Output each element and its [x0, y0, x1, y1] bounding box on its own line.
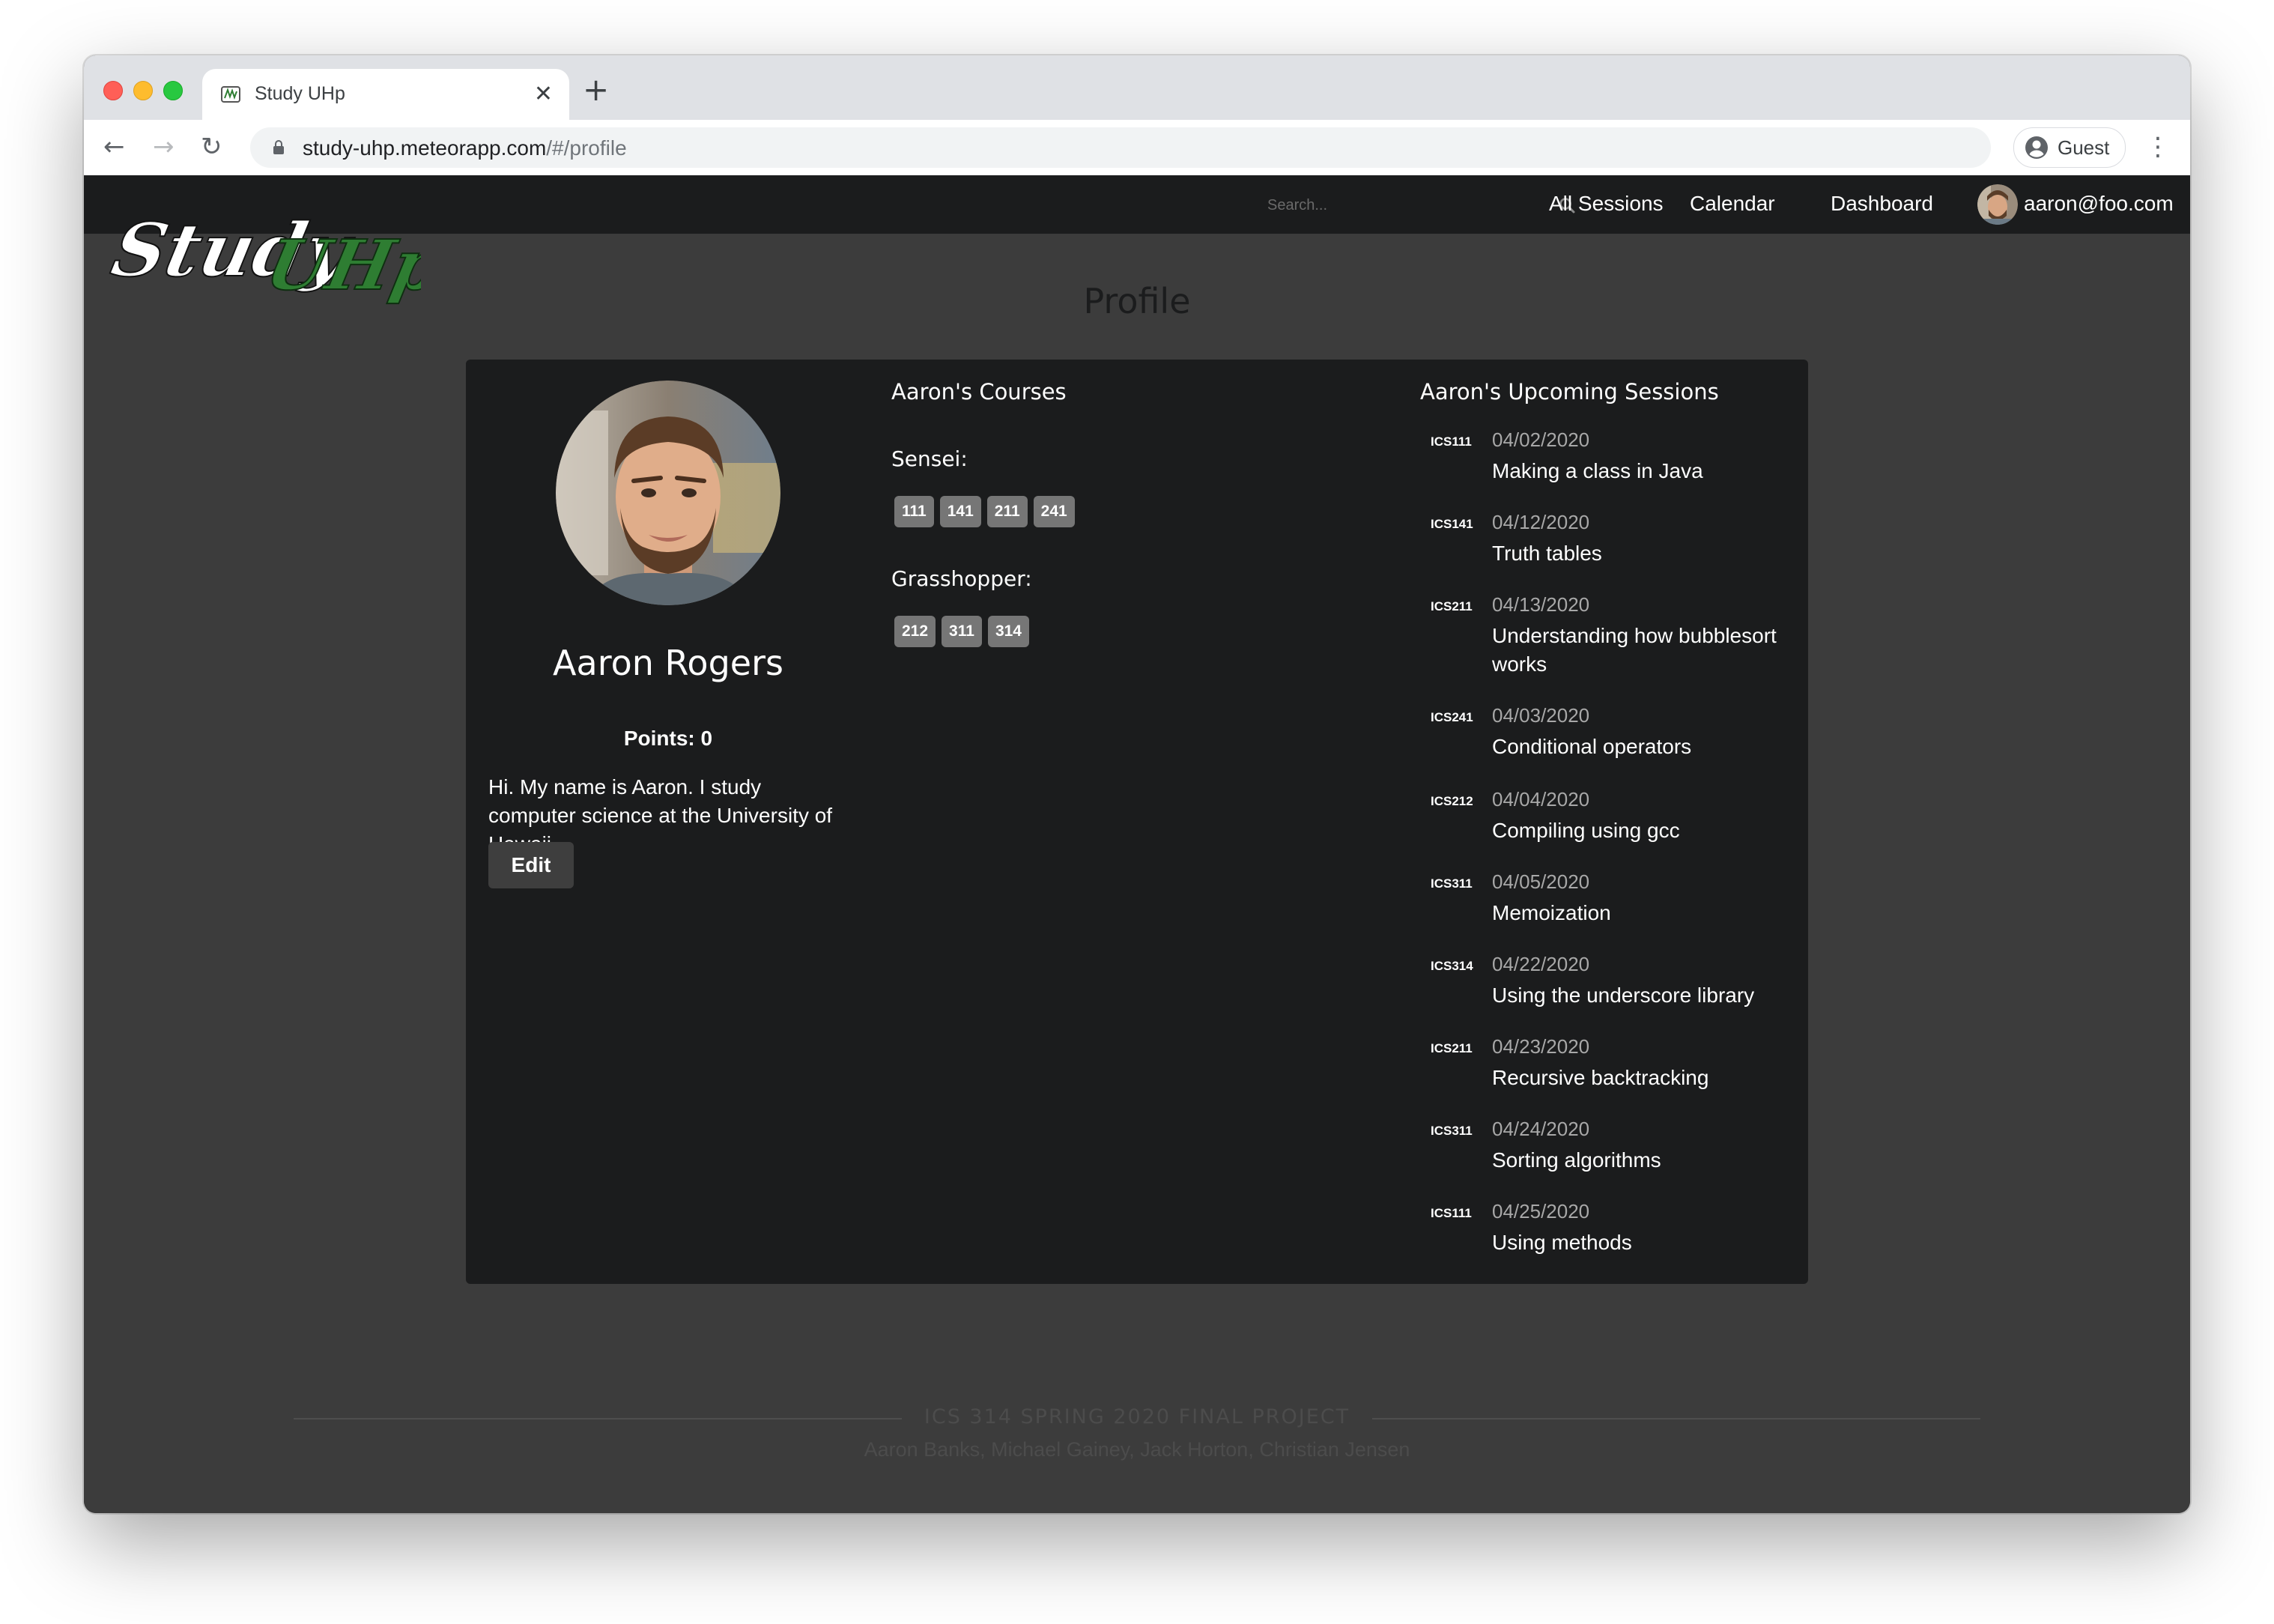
address-bar[interactable]: study-uhp.meteorapp.com/#/profile: [250, 127, 1991, 168]
search-bar: [1267, 190, 1582, 220]
session-date: 04/25/2020: [1492, 1200, 1590, 1222]
favicon-icon: [221, 86, 240, 103]
nav-calendar[interactable]: Calendar: [1690, 192, 1775, 216]
session-topic: Compiling using gcc: [1492, 819, 1680, 842]
session-course-code: ICS311: [1431, 1124, 1473, 1138]
minimize-window-button[interactable]: [133, 81, 153, 100]
session-topic: Understanding how bubblesort works: [1492, 624, 1777, 676]
search-input[interactable]: [1267, 190, 1537, 220]
session-item[interactable]: ICS211 04/23/2020 Recursive backtracking: [1431, 1035, 1798, 1115]
session-date: 04/03/2020: [1492, 704, 1590, 727]
browser-window: Study UHp ✕ + ← → ↻ study-uhp.meteorapp.…: [84, 55, 2190, 1513]
edit-profile-button[interactable]: Edit: [488, 842, 574, 888]
session-topic: Using the underscore library: [1492, 984, 1755, 1007]
user-avatar-small[interactable]: [1977, 184, 2018, 225]
sessions-header: Aaron's Upcoming Sessions: [1420, 379, 1719, 405]
session-topic: Making a class in Java: [1492, 459, 1703, 482]
session-date: 04/05/2020: [1492, 870, 1590, 893]
session-item[interactable]: ICS211 04/13/2020 Understanding how bubble…: [1431, 593, 1798, 701]
session-course-code: ICS111: [1431, 434, 1472, 449]
session-item[interactable]: ICS111 04/25/2020 Using methods: [1431, 1200, 1798, 1279]
course-label-grasshopper[interactable]: 311: [942, 616, 982, 647]
close-window-button[interactable]: [103, 81, 123, 100]
courses-header: Aaron's Courses: [891, 379, 1067, 405]
maximize-window-button[interactable]: [163, 81, 183, 100]
course-label-sensei[interactable]: 211: [986, 496, 1028, 527]
session-topic: Recursive backtracking: [1492, 1066, 1709, 1089]
course-label-grasshopper[interactable]: 314: [987, 616, 1029, 647]
reload-icon[interactable]: ↻: [201, 130, 222, 163]
back-arrow-icon[interactable]: ←: [103, 130, 125, 163]
footer-title: ICS 314 SPRING 2020 FINAL PROJECT: [924, 1405, 1350, 1428]
session-item[interactable]: ICS311 04/24/2020 Sorting algorithms: [1431, 1118, 1798, 1197]
session-item[interactable]: ICS241 04/03/2020 Conditional operators: [1431, 704, 1798, 785]
session-topic: Truth tables: [1492, 542, 1602, 565]
profile-name: Aaron Rogers: [553, 643, 783, 683]
course-label-grasshopper[interactable]: 212: [894, 616, 936, 647]
new-tab-button[interactable]: +: [583, 69, 609, 111]
session-date: 04/04/2020: [1492, 788, 1590, 811]
points-display: Points: 0: [623, 727, 713, 750]
session-topic: Conditional operators: [1492, 735, 1692, 758]
session-date: 04/23/2020: [1492, 1035, 1590, 1058]
browser-toolbar: ← → ↻ study-uhp.meteorapp.com/#/profile …: [84, 120, 2190, 176]
footer-authors: Aaron Banks, Michael Gainey, Jack Horton…: [864, 1438, 1410, 1461]
browser-tab-strip: Study UHp ✕ +: [84, 55, 2190, 120]
nav-dashboard[interactable]: Dashboard: [1831, 192, 1933, 216]
profile-card: Aaron Rogers Points: 0 Hi. My name is Aa…: [466, 360, 1808, 1284]
grasshopper-label: Grasshopper:: [891, 566, 1032, 591]
lock-icon: [273, 140, 284, 154]
session-topic: Using methods: [1492, 1231, 1632, 1254]
study-uhp-logo[interactable]: Study UHp: [106, 180, 421, 309]
sensei-label: Sensei:: [891, 446, 968, 471]
grasshopper-course-list: 212 311 314: [894, 616, 1029, 647]
course-label-sensei[interactable]: 111: [894, 496, 934, 527]
page-content: All Sessions Calendar Dashboard aaron@fo…: [84, 175, 2190, 1513]
session-course-code: ICS111: [1431, 1206, 1472, 1220]
session-date: 04/13/2020: [1492, 593, 1590, 616]
session-course-code: ICS311: [1431, 876, 1473, 891]
session-date: 04/12/2020: [1492, 511, 1590, 533]
url-host: study-uhp.meteorapp.com: [303, 136, 547, 160]
course-label-sensei[interactable]: 241: [1033, 496, 1075, 527]
session-item[interactable]: ICS212 04/04/2020 Compiling using gcc: [1431, 788, 1798, 867]
tab-title: Study UHp: [255, 83, 345, 104]
browser-menu-icon[interactable]: ⋮: [2145, 130, 2171, 163]
url-text: study-uhp.meteorapp.com/#/profile: [303, 136, 627, 160]
session-date: 04/02/2020: [1492, 428, 1590, 451]
url-path: /#/profile: [546, 136, 627, 160]
session-course-code: ICS314: [1431, 959, 1473, 973]
session-topic: Sorting algorithms: [1492, 1148, 1661, 1172]
forward-arrow-icon[interactable]: →: [153, 130, 175, 163]
user-email-dropdown[interactable]: aaron@foo.com: [2024, 192, 2174, 216]
session-item[interactable]: ICS111 04/02/2020 Making a class in Java: [1431, 428, 1798, 508]
session-date: 04/22/2020: [1492, 953, 1590, 975]
session-item[interactable]: ICS141 04/12/2020 Truth tables: [1431, 511, 1798, 590]
tab-close-icon[interactable]: ✕: [534, 79, 553, 109]
browser-tab-active[interactable]: Study UHp ✕: [202, 69, 569, 120]
session-item[interactable]: ICS311 04/05/2020 Memoization: [1431, 870, 1798, 950]
guest-label: Guest: [2058, 136, 2110, 159]
session-course-code: ICS211: [1431, 599, 1473, 613]
sensei-course-list: 111 141 211 241: [894, 496, 1075, 527]
session-course-code: ICS141: [1431, 517, 1473, 531]
nav-all-sessions[interactable]: All Sessions: [1549, 192, 1664, 216]
guest-person-icon: [2025, 136, 2048, 159]
session-date: 04/24/2020: [1492, 1118, 1590, 1140]
profile-guest-button[interactable]: Guest: [2013, 127, 2126, 168]
session-course-code: ICS211: [1431, 1041, 1473, 1055]
profile-photo: [556, 381, 780, 605]
course-label-sensei[interactable]: 141: [939, 496, 981, 527]
logo-word-uhp: UHp: [259, 225, 421, 306]
session-course-code: ICS212: [1431, 794, 1473, 808]
session-topic: Memoization: [1492, 901, 1611, 924]
session-course-code: ICS241: [1431, 710, 1473, 724]
session-item[interactable]: ICS314 04/22/2020 Using the underscore lib…: [1431, 953, 1798, 1032]
